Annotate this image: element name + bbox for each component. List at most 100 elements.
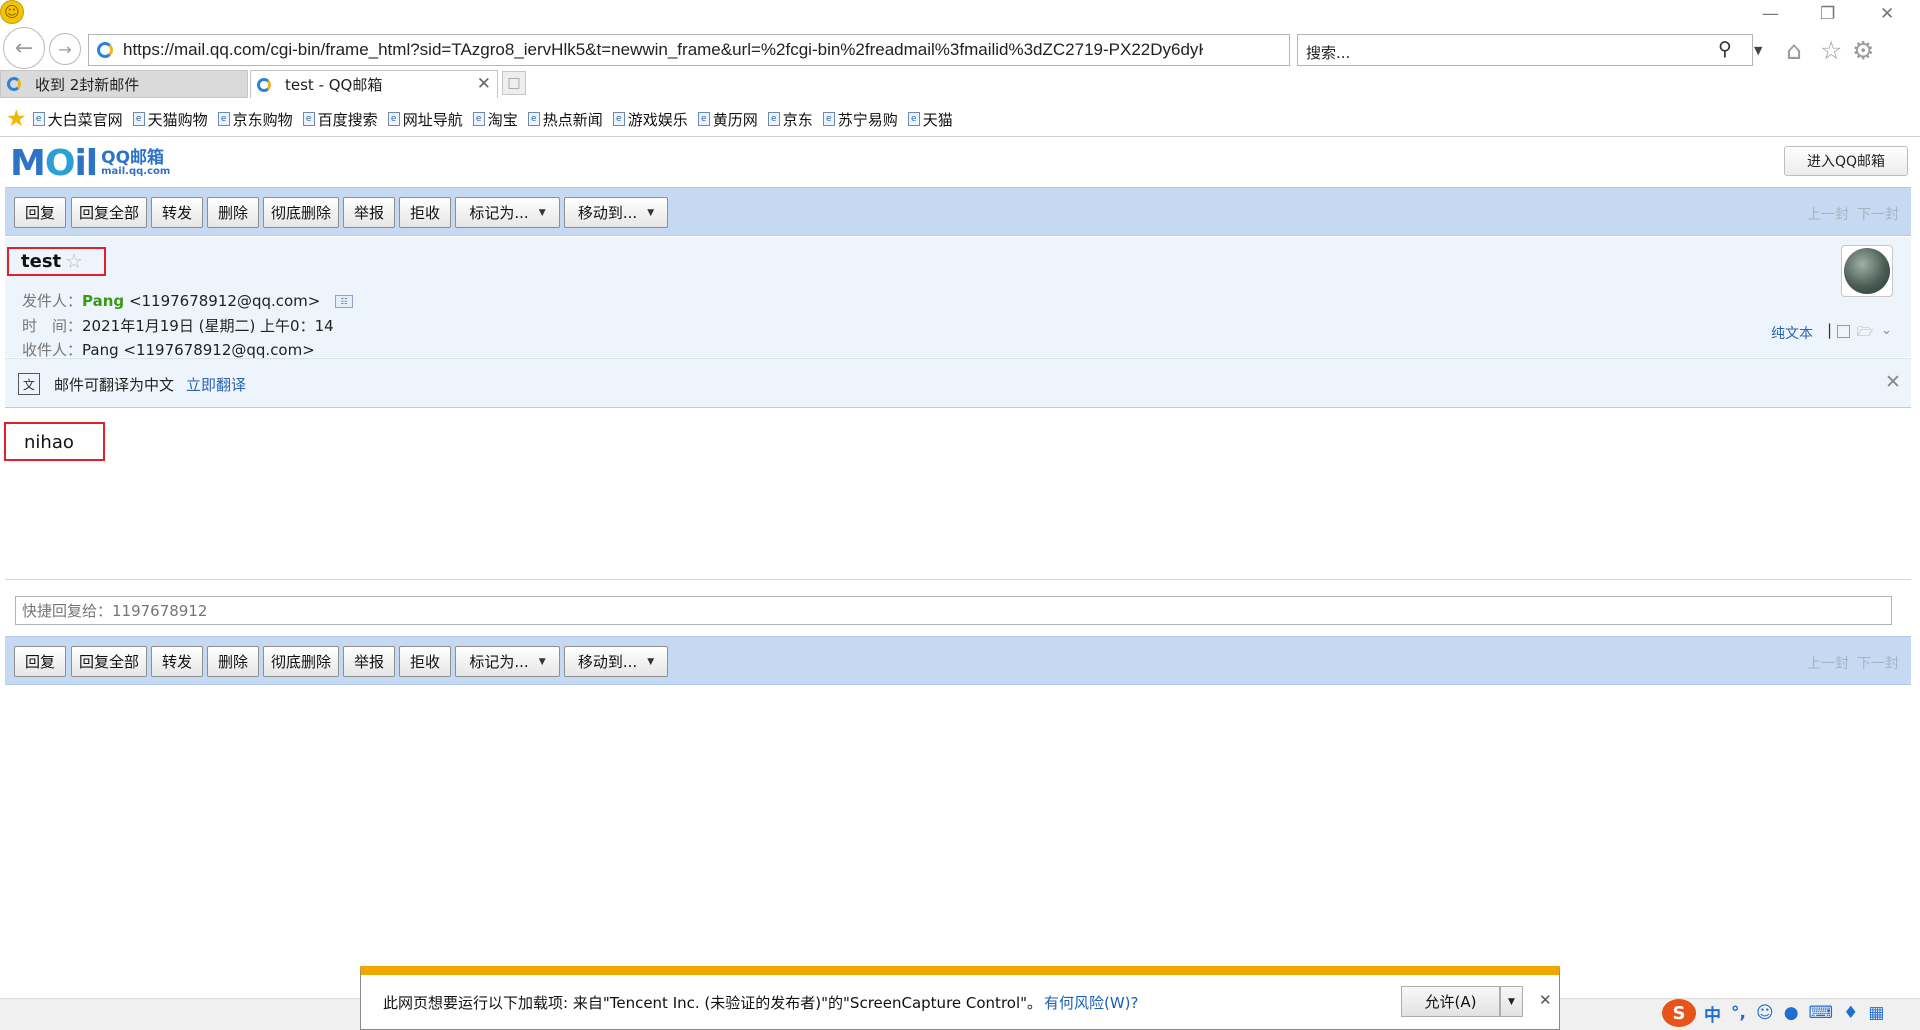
close-icon[interactable]: ✕ xyxy=(1885,371,1901,393)
chrome-divider xyxy=(0,136,1920,137)
caret-down-icon: ▼ xyxy=(538,656,546,667)
tab-label: test - QQ邮箱 xyxy=(285,76,383,94)
to-row: 收件人：Pang <1197678912@qq.com> xyxy=(22,341,315,359)
reply-all-button[interactable]: 回复全部 xyxy=(71,197,147,228)
emoji-icon[interactable]: ☺ xyxy=(1756,1003,1774,1023)
recipient: Pang <1197678912@qq.com> xyxy=(82,341,315,359)
new-window-icon[interactable] xyxy=(1837,325,1850,338)
logo-wordmark: MOil xyxy=(10,142,98,184)
forward-button[interactable]: 转发 xyxy=(151,197,203,228)
avatar[interactable] xyxy=(1841,245,1893,297)
bookmark-item[interactable]: e 热点新闻 xyxy=(527,109,603,130)
next-mail-link[interactable]: 下一封 xyxy=(1857,207,1899,223)
reject-button[interactable]: 拒收 xyxy=(399,646,451,677)
reject-button[interactable]: 拒收 xyxy=(399,197,451,228)
mail-body: nihao xyxy=(24,432,74,453)
page-icon: e xyxy=(907,112,920,126)
forward-button[interactable]: → xyxy=(49,33,81,65)
reply-button[interactable]: 回复 xyxy=(14,646,66,677)
arrow-right-icon: → xyxy=(58,39,72,59)
address-bar[interactable]: https://mail.qq.com/cgi-bin/frame_html?s… xyxy=(88,34,1367,66)
star-icon[interactable]: ☆ xyxy=(65,249,83,273)
mark-as-dropdown[interactable]: 标记为... ▼ xyxy=(455,646,560,677)
bookmark-item[interactable]: e 黄历网 xyxy=(697,109,758,130)
forward-button[interactable]: 转发 xyxy=(151,646,203,677)
report-button[interactable]: 举报 xyxy=(343,646,395,677)
bookmark-item[interactable]: e 百度搜索 xyxy=(302,109,378,130)
prev-mail-link[interactable]: 上一封 xyxy=(1807,656,1849,672)
bookmark-item[interactable]: e 天猫购物 xyxy=(132,109,208,130)
ie-icon xyxy=(7,77,21,91)
bookmark-item[interactable]: e 大白菜官网 xyxy=(32,109,123,130)
chevron-down-icon[interactable]: ⌄ xyxy=(1881,323,1892,338)
search-dropdown-icon[interactable]: ▼ xyxy=(1754,44,1762,57)
bookmark-item[interactable]: e 游戏娱乐 xyxy=(612,109,688,130)
browser-search-box[interactable]: 搜索... ⚲ ▼ xyxy=(1297,34,1762,66)
page-icon: e xyxy=(387,112,400,126)
delete-permanently-button[interactable]: 彻底删除 xyxy=(263,197,339,228)
bookmark-item[interactable]: e 苏宁易购 xyxy=(822,109,898,130)
ime-punctuation-toggle[interactable]: °, xyxy=(1731,1003,1746,1023)
delete-permanently-button[interactable]: 彻底删除 xyxy=(263,646,339,677)
plain-text-link[interactable]: 纯文本 xyxy=(1771,323,1813,343)
address-url[interactable]: https://mail.qq.com/cgi-bin/frame_html?s… xyxy=(123,40,1203,60)
page-icon: e xyxy=(527,112,540,126)
sogou-ime-icon[interactable]: S xyxy=(1662,999,1696,1027)
bookmark-item[interactable]: e 京东 xyxy=(767,109,813,130)
ime-toolbar: S 中 °, ☺ ● ⌨ ♦ ▦ xyxy=(1662,996,1920,1030)
translate-now-link[interactable]: 立即翻译 xyxy=(186,374,246,395)
sender-name[interactable]: Pang xyxy=(82,292,124,310)
feedback-smiley-icon[interactable]: ☺ xyxy=(0,0,24,24)
tab-test-qqmail[interactable]: test - QQ邮箱 ✕ xyxy=(250,70,498,98)
ie-icon xyxy=(257,77,271,92)
restore-icon[interactable]: ❐ xyxy=(1820,4,1835,24)
prev-mail-link[interactable]: 上一封 xyxy=(1807,207,1849,223)
toolbox-icon[interactable]: ▦ xyxy=(1868,1003,1884,1023)
close-window-icon[interactable]: ✕ xyxy=(1880,4,1894,24)
minimize-icon[interactable]: — xyxy=(1762,4,1779,24)
move-to-dropdown[interactable]: 移动到... ▼ xyxy=(564,197,668,228)
microphone-icon[interactable]: ● xyxy=(1784,1003,1799,1023)
page-icon: e xyxy=(132,112,145,126)
quick-reply-input[interactable] xyxy=(15,596,1892,625)
delete-button[interactable]: 删除 xyxy=(207,197,259,228)
new-tab-button[interactable]: □ xyxy=(502,71,526,95)
move-to-dropdown[interactable]: 移动到... ▼ xyxy=(564,646,668,677)
delete-button[interactable]: 删除 xyxy=(207,646,259,677)
gear-icon[interactable]: ⚙ xyxy=(1852,36,1874,65)
close-icon[interactable]: ✕ xyxy=(1539,991,1552,1009)
reply-all-button[interactable]: 回复全部 xyxy=(71,646,147,677)
from-row: 发件人：Pang <1197678912@qq.com> ☷ xyxy=(22,290,354,311)
next-mail-link[interactable]: 下一封 xyxy=(1857,656,1899,672)
tab-close-icon[interactable]: ✕ xyxy=(477,74,491,94)
tab-label: 收到 2封新邮件 xyxy=(35,75,140,94)
favorites-add-icon[interactable]: ★ xyxy=(6,106,27,132)
allow-label: 允许(A) xyxy=(1402,987,1500,1016)
ime-language-toggle[interactable]: 中 xyxy=(1704,1001,1721,1026)
allow-button[interactable]: 允许(A) xyxy=(1401,986,1501,1017)
favorites-star-icon[interactable]: ☆ xyxy=(1820,36,1842,65)
page-icon: e xyxy=(767,112,780,126)
enter-qqmail-button[interactable]: 进入QQ邮箱 xyxy=(1784,146,1908,176)
keyboard-icon[interactable]: ⌨ xyxy=(1809,1003,1834,1023)
folder-icon[interactable]: 🗁 xyxy=(1857,323,1873,345)
mark-as-dropdown[interactable]: 标记为... ▼ xyxy=(455,197,560,228)
back-button[interactable]: ← xyxy=(3,27,45,69)
allow-dropdown-icon[interactable]: ▼ xyxy=(1501,986,1523,1017)
page-icon: e xyxy=(217,112,230,126)
contact-card-icon[interactable]: ☷ xyxy=(335,295,354,308)
qqmail-logo[interactable]: MOil QQ邮箱 mail.qq.com xyxy=(10,142,190,184)
tab-new-mail[interactable]: 收到 2封新邮件 xyxy=(0,70,248,98)
home-icon[interactable]: ⌂ xyxy=(1786,36,1802,65)
addon-risk-link[interactable]: 有何风险(W)? xyxy=(1044,992,1139,1013)
bookmark-item[interactable]: e 网址导航 xyxy=(387,109,463,130)
bookmark-item[interactable]: e 京东购物 xyxy=(217,109,293,130)
move-to-label: 移动到... xyxy=(577,653,638,671)
bookmark-item[interactable]: e 天猫 xyxy=(907,109,953,130)
reply-button[interactable]: 回复 xyxy=(14,197,66,228)
skin-icon[interactable]: ♦ xyxy=(1843,1003,1858,1023)
bookmark-item[interactable]: e 淘宝 xyxy=(472,109,518,130)
report-button[interactable]: 举报 xyxy=(343,197,395,228)
ie-icon xyxy=(97,42,113,58)
search-icon[interactable]: ⚲ xyxy=(1718,38,1732,60)
